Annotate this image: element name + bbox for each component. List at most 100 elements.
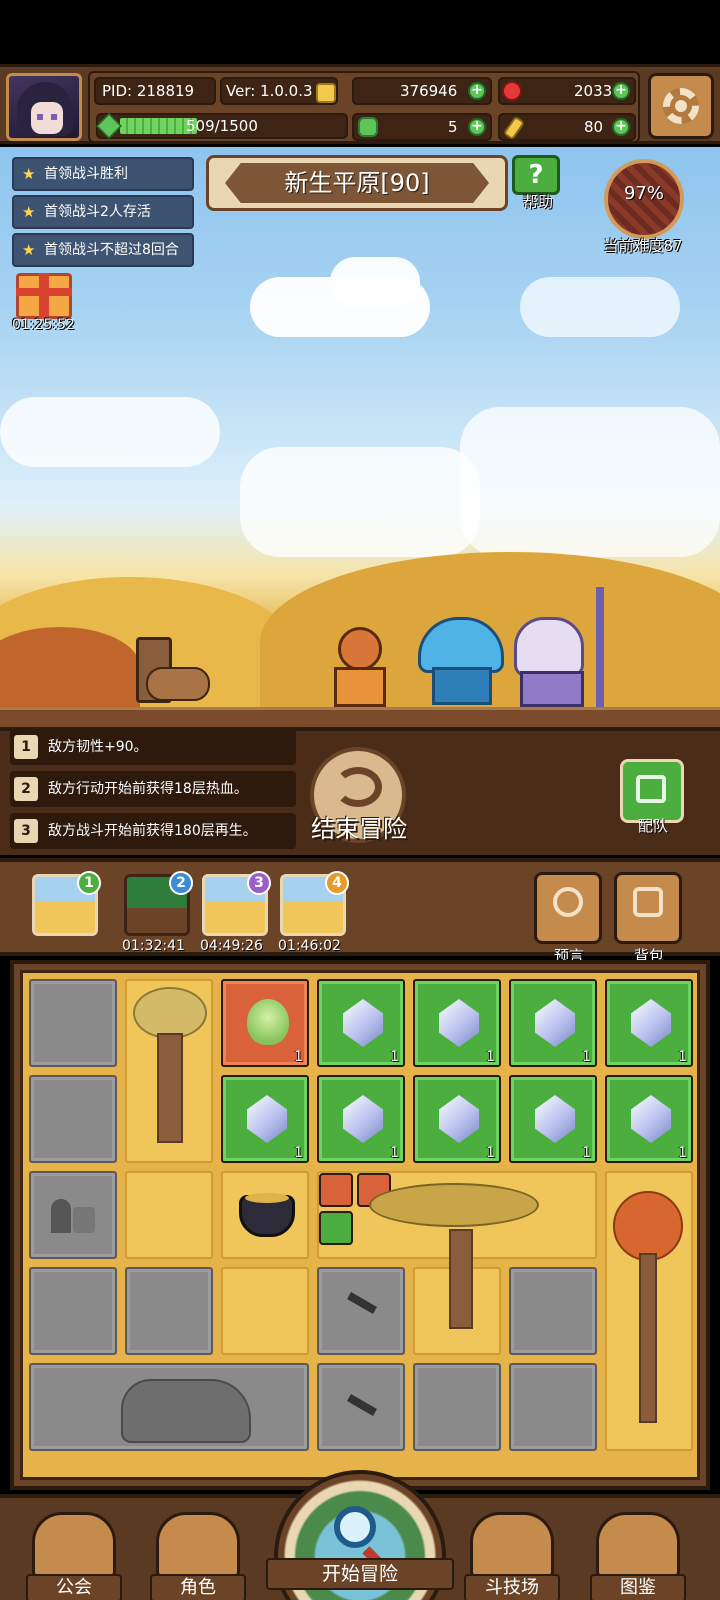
nav-codex[interactable]: 图鉴 (590, 1512, 686, 1600)
add-coins-icon[interactable]: + (468, 82, 486, 100)
mushroom-body-sprite (432, 667, 492, 705)
effects-band: 1 敌方韧性+90。 2 敌方行动开始前获得18层热血。 3 敌方战斗开始前获得… (0, 727, 720, 855)
rock-tile[interactable] (29, 1171, 117, 1259)
tree-tile[interactable] (125, 979, 213, 1163)
coins-value: 376946 (400, 82, 458, 100)
map-tab-badge: 1 (77, 871, 101, 895)
help-button[interactable]: ? 帮助 (512, 155, 564, 211)
ground (0, 707, 720, 727)
effect-text: 敌方韧性+90。 (48, 739, 148, 755)
difficulty-indicator[interactable]: 97% 当前难度87 (598, 155, 690, 255)
effect-number: 3 (14, 819, 38, 843)
item-quantity: 1 (294, 1145, 303, 1161)
item-tile[interactable]: 1 (221, 1075, 309, 1163)
tree-trunk-tile[interactable] (413, 1229, 501, 1355)
gems-value: 2033 (574, 82, 613, 100)
shop-icon[interactable] (319, 1173, 353, 1207)
rock-tile[interactable] (29, 1267, 117, 1355)
autumn-tree-tile[interactable] (605, 1171, 693, 1451)
pid-text: PID: 218819 (102, 82, 195, 100)
quest-item[interactable]: ★ 首领战斗2人存活 (12, 195, 194, 229)
effect-text: 敌方行动开始前获得18层热血。 (48, 781, 248, 797)
quest-item[interactable]: ★ 首领战斗胜利 (12, 157, 194, 191)
nav-guild-label: 公会 (26, 1574, 122, 1600)
map-tab[interactable]: 2 (124, 871, 193, 936)
item-tile[interactable]: 1 (413, 979, 501, 1067)
cloud (330, 257, 420, 307)
nav-character[interactable]: 角色 (150, 1512, 246, 1600)
rock-tile[interactable] (509, 1267, 597, 1355)
tree-trunk (157, 1033, 183, 1143)
character-icon (156, 1512, 240, 1578)
area-name: 新生平原[90] (284, 169, 430, 197)
sand-tile[interactable] (221, 1267, 309, 1355)
enemy-effect: 1 敌方韧性+90。 (10, 729, 296, 765)
item-tile[interactable]: 1 (509, 979, 597, 1067)
question-icon: ? (512, 155, 560, 195)
cloud (520, 277, 680, 337)
map-tab-timer: 01:32:41 (122, 938, 185, 954)
item-tile[interactable]: 1 (221, 979, 309, 1067)
difficulty-label: 当前难度87 (603, 237, 683, 255)
rock-tile[interactable] (29, 1075, 117, 1163)
crystal-icon (535, 1095, 575, 1143)
crystal-icon (439, 999, 479, 1047)
map-tab[interactable]: 3 (202, 871, 271, 936)
add-gems-icon[interactable]: + (612, 82, 630, 100)
sand-tile[interactable] (125, 1171, 213, 1259)
tree-crown (369, 1183, 539, 1227)
cabbage-icon (247, 999, 289, 1045)
player-avatar[interactable] (6, 73, 82, 141)
add-clover-icon[interactable]: + (468, 118, 486, 136)
help-label: 帮助 (522, 193, 553, 211)
enemy-effect: 2 敌方行动开始前获得18层热血。 (10, 771, 296, 807)
item-tile[interactable]: 1 (605, 979, 693, 1067)
boulder-tile[interactable] (29, 1363, 309, 1451)
ore-tile[interactable] (317, 1267, 405, 1355)
item-quantity: 1 (486, 1049, 495, 1065)
tombstone-icon (51, 1199, 71, 1233)
level-icon (96, 113, 122, 139)
cauldron-tile[interactable] (221, 1171, 309, 1259)
thumbs-up-icon[interactable] (319, 1211, 353, 1245)
map-tab[interactable]: 1 (32, 871, 101, 936)
keys-value: 80 (584, 118, 604, 136)
settings-button[interactable] (648, 73, 714, 139)
quest-text: 首领战斗2人存活 (44, 204, 151, 220)
coins-pill: 376946 + (352, 77, 492, 105)
player-info-panel: PID: 218819 Ver: 1.0.0.3 376946 + 2033 +… (88, 71, 640, 143)
bag-button[interactable]: 背包 (614, 872, 682, 965)
team-setup-button[interactable]: 配队 (618, 759, 688, 835)
rock-tile[interactable] (29, 979, 117, 1067)
rock-tile[interactable] (509, 1363, 597, 1451)
pid-pill: PID: 218819 (94, 77, 216, 105)
item-tile[interactable]: 1 (605, 1075, 693, 1163)
map-tab[interactable]: 4 (280, 871, 349, 936)
rock-tile[interactable] (413, 1363, 501, 1451)
item-tile[interactable]: 1 (509, 1075, 597, 1163)
item-quantity: 1 (390, 1049, 399, 1065)
add-keys-icon[interactable]: + (612, 118, 630, 136)
clover-icon (358, 117, 378, 137)
item-quantity: 1 (390, 1145, 399, 1161)
item-quantity: 1 (294, 1049, 303, 1065)
end-adventure-button[interactable]: 结束冒险 (304, 747, 414, 851)
backpack-icon (633, 887, 663, 917)
xp-bar: 509/1500 (96, 113, 348, 139)
prophecy-button[interactable]: 预言 (534, 872, 602, 965)
nav-guild[interactable]: 公会 (26, 1512, 122, 1600)
item-quantity: 1 (582, 1145, 591, 1161)
crystal-icon (631, 1095, 671, 1143)
item-tile[interactable]: 1 (413, 1075, 501, 1163)
nav-arena[interactable]: 斗技场 (464, 1512, 560, 1600)
ore-tile[interactable] (317, 1363, 405, 1451)
quest-list: ★ 首领战斗胜利 ★ 首领战斗2人存活 ★ 首领战斗不超过8回合 (12, 157, 194, 271)
item-tile[interactable]: 1 (317, 979, 405, 1067)
quest-text: 首领战斗不超过8回合 (44, 242, 179, 258)
effect-number: 2 (14, 777, 38, 801)
quest-item[interactable]: ★ 首领战斗不超过8回合 (12, 233, 194, 267)
gift-box-icon[interactable] (16, 273, 72, 319)
rock-tile[interactable] (125, 1267, 213, 1355)
start-adventure-button[interactable]: 开始冒险 (266, 1470, 454, 1600)
item-tile[interactable]: 1 (317, 1075, 405, 1163)
